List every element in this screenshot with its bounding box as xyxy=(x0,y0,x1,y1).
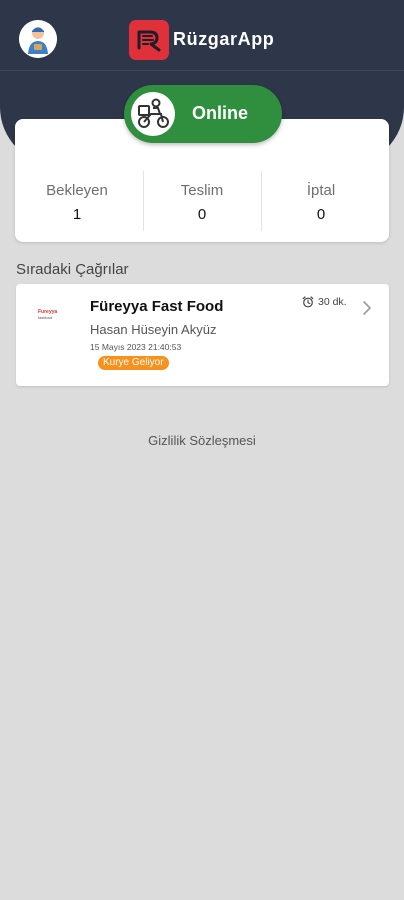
stat-label: Bekleyen xyxy=(46,182,108,199)
order-restaurant-name: Füreyya Fast Food xyxy=(90,298,224,315)
restaurant-logo: Fureyya fastfood xyxy=(38,309,68,331)
header-divider xyxy=(0,70,404,71)
app-name: RüzgarApp xyxy=(173,29,275,49)
stat-cancelled[interactable]: İptal 0 xyxy=(259,119,383,242)
app-logo xyxy=(129,20,169,60)
stat-pending[interactable]: Bekleyen 1 xyxy=(15,119,139,242)
online-toggle-label: Online xyxy=(192,103,249,123)
chevron-right-icon[interactable] xyxy=(362,300,372,321)
order-customer-name: Hasan Hüseyin Akyüz xyxy=(90,322,217,337)
stat-value: 1 xyxy=(72,206,82,223)
alarm-clock-icon xyxy=(302,296,314,308)
profile-avatar[interactable] xyxy=(19,20,57,58)
order-datetime: 15 Mayıs 2023 21:40:53 xyxy=(90,342,182,352)
courier-scooter-icon xyxy=(131,92,175,136)
order-eta: 30 dk. xyxy=(302,296,347,308)
stat-label: İptal xyxy=(306,182,336,199)
privacy-policy-link[interactable]: Gizlilik Sözleşmesi xyxy=(0,433,404,448)
stat-value: 0 xyxy=(316,206,326,223)
order-card[interactable]: Fureyya fastfood Füreyya Fast Food Hasan… xyxy=(16,284,389,386)
online-toggle-button[interactable]: Online xyxy=(124,85,282,143)
app-screen: RüzgarApp Online Bekleyen 1 Teslim 0 İpt… xyxy=(0,0,404,900)
queue-section-title: Sıradaki Çağrılar xyxy=(16,261,129,278)
ruzgar-logo-icon xyxy=(137,30,161,52)
stat-label: Teslim xyxy=(180,182,224,199)
order-status-badge: Kurye Geliyor xyxy=(98,356,169,370)
stat-value: 0 xyxy=(197,206,207,223)
courier-avatar-icon xyxy=(19,20,57,58)
restaurant-logo-subtext: fastfood xyxy=(38,315,53,320)
order-eta-text: 30 dk. xyxy=(318,296,347,308)
